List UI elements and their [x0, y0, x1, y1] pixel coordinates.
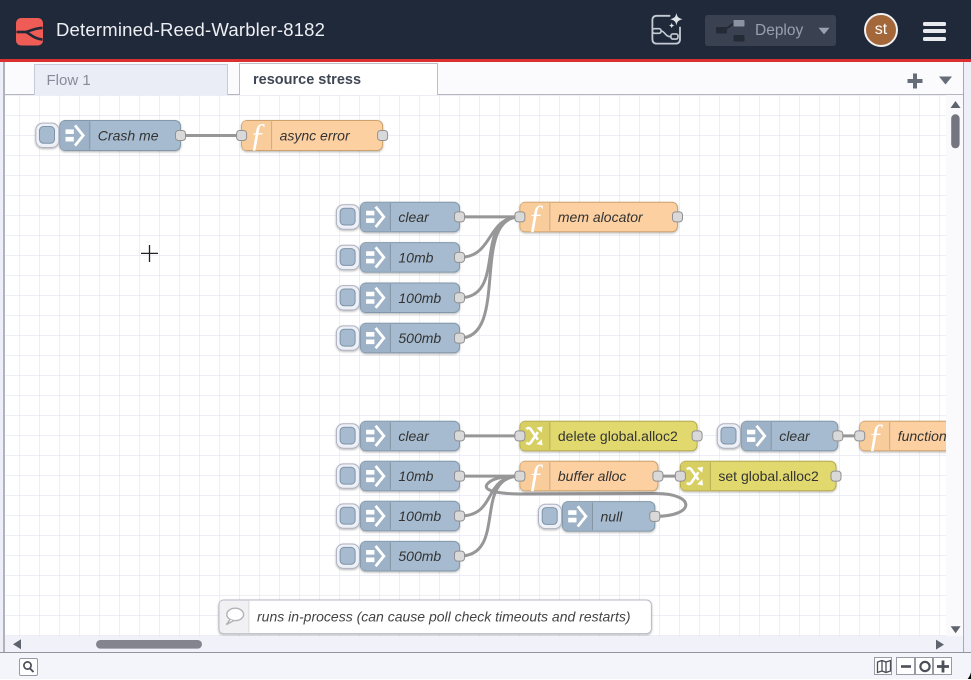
svg-text:mem alocator: mem alocator [558, 209, 644, 225]
svg-text:set global.alloc2: set global.alloc2 [718, 468, 819, 484]
svg-text:function: function [898, 428, 947, 444]
svg-text:null: null [601, 508, 624, 524]
svg-text:delete global.alloc2: delete global.alloc2 [558, 428, 678, 444]
svg-text:ƒ: ƒ [528, 458, 545, 494]
svg-text:100mb: 100mb [398, 290, 441, 306]
svg-text:500mb: 500mb [398, 548, 441, 564]
svg-text:async error: async error [280, 128, 351, 144]
svg-text:ƒ: ƒ [249, 118, 266, 154]
svg-text:10mb: 10mb [398, 468, 433, 484]
svg-text:clear: clear [779, 428, 811, 444]
svg-text:runs in-process (can cause pol: runs in-process (can cause poll check ti… [257, 609, 631, 625]
svg-text:clear: clear [398, 428, 430, 444]
svg-text:500mb: 500mb [398, 330, 441, 346]
svg-text:10mb: 10mb [398, 249, 433, 265]
svg-text:ƒ: ƒ [528, 199, 545, 235]
svg-text:ƒ: ƒ [867, 418, 884, 454]
svg-text:Crash me: Crash me [98, 128, 159, 144]
svg-text:buffer alloc: buffer alloc [558, 468, 626, 484]
svg-text:clear: clear [398, 209, 430, 225]
svg-text:100mb: 100mb [398, 508, 441, 524]
